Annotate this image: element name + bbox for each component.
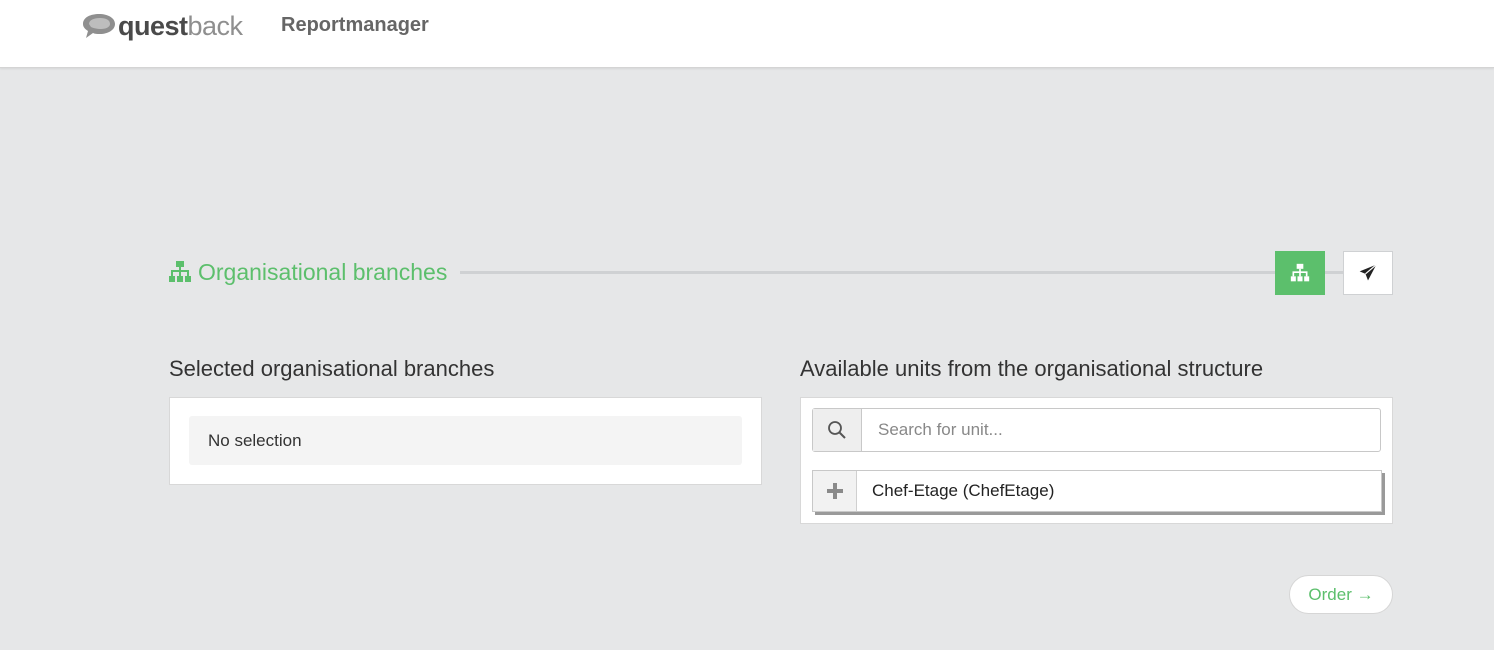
add-unit-button[interactable] xyxy=(813,471,857,511)
unit-list-item[interactable]: Chef-Etage (ChefEtage) xyxy=(812,470,1382,512)
app-title: Reportmanager xyxy=(281,14,429,36)
org-chart-icon xyxy=(1290,263,1310,282)
plus-icon xyxy=(826,483,843,499)
no-selection-text: No selection xyxy=(189,416,742,465)
brand-name: questback xyxy=(118,11,243,41)
search-addon xyxy=(813,409,862,451)
selected-branches-title: Selected organisational branches xyxy=(169,356,495,381)
top-header: questback Reportmanager xyxy=(0,0,1494,68)
step-send-button[interactable] xyxy=(1343,251,1393,295)
brand-part-2: back xyxy=(187,11,244,41)
selected-branches-panel: No selection xyxy=(169,397,762,485)
brand-part-1: quest xyxy=(118,11,188,41)
available-units-panel: Chef-Etage (ChefEtage) xyxy=(800,397,1393,524)
unit-search-group xyxy=(812,408,1381,452)
speech-bubble-logo-icon xyxy=(83,14,115,38)
search-icon xyxy=(828,421,846,439)
current-step-title: Organisational branches xyxy=(168,257,447,287)
org-chart-icon xyxy=(169,261,191,282)
paper-plane-icon xyxy=(1359,264,1377,281)
unit-search-input[interactable] xyxy=(862,409,1380,451)
available-units-title: Available units from the organisational … xyxy=(800,356,1264,381)
unit-name: Chef-Etage (ChefEtage) xyxy=(872,481,1055,500)
step-org-branches-button[interactable] xyxy=(1275,251,1325,295)
questback-logo[interactable]: questback xyxy=(80,10,243,42)
order-button[interactable]: Order → xyxy=(1289,575,1393,614)
step-progress-line xyxy=(460,271,1344,274)
step-title-label: Organisational branches xyxy=(198,258,448,285)
